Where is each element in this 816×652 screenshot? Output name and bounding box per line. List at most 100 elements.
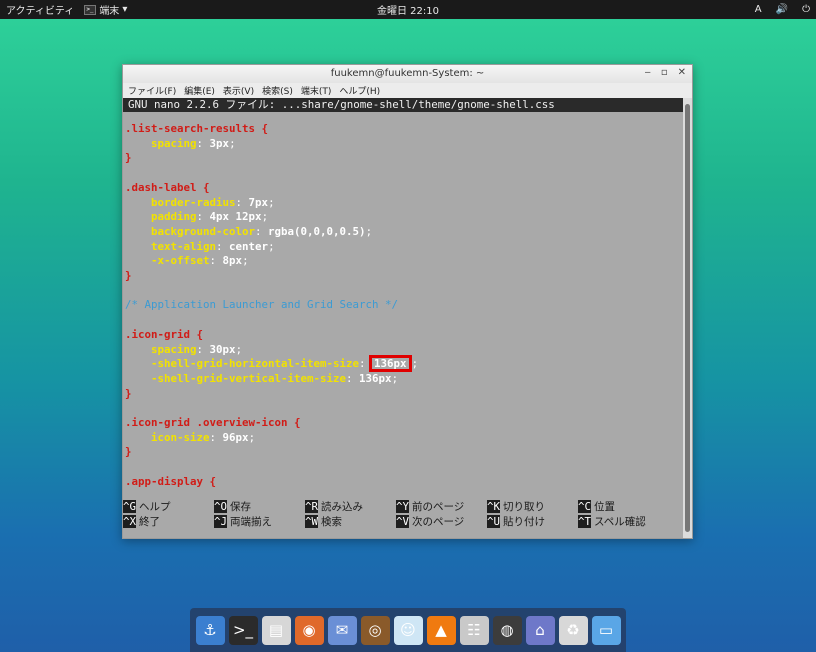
code-line: border-radius: 7px; [125, 195, 275, 210]
anchor-icon[interactable]: ⚓ [195, 615, 225, 645]
power-icon[interactable]: ⏻ [802, 4, 810, 15]
files-icon[interactable]: ▤ [261, 615, 291, 645]
code-token: ; [365, 224, 373, 238]
shortcut-label: 貼り付け [503, 516, 546, 528]
code-token: ; [248, 430, 256, 444]
shortcut-item: ^R 読み込み [305, 500, 363, 514]
code-token: } [125, 151, 132, 165]
code-token: -x-offset [151, 254, 210, 268]
code-token: .icon-grid .overview-icon { [125, 416, 301, 429]
code-token: } [125, 269, 132, 282]
menu-item[interactable]: ファイル(F) [128, 84, 176, 97]
menu-item[interactable]: 検索(S) [262, 84, 293, 97]
firefox-icon[interactable]: ◉ [294, 615, 324, 645]
shortcut-label: 検索 [321, 516, 343, 528]
window-titlebar[interactable]: fuukemn@fuukemn-System: ~ ‒ ▫ ✕ [123, 65, 692, 83]
code-token: : [346, 371, 360, 385]
shortcut-item: ^Y 前のページ [396, 500, 464, 514]
shortcut-label: 保存 [230, 501, 252, 513]
code-token: border-radius [151, 195, 236, 209]
code-token: : [196, 136, 210, 150]
code-token: } [125, 445, 132, 459]
code-line: -x-offset: 8px; [125, 253, 249, 268]
close-button[interactable]: ✕ [678, 67, 686, 78]
code-token: spacing [151, 136, 197, 150]
keyboard-layout-indicator[interactable]: A [755, 4, 762, 15]
nano-header: GNU nano 2.2.6 ファイル: ...share/gnome-shel… [123, 98, 685, 112]
vlc-icon[interactable]: ▲ [426, 615, 456, 645]
shortcut-key: ^T [578, 515, 592, 528]
app-menu-button[interactable]: >_ 端末 ▾ [84, 2, 127, 17]
code-token: 8px [222, 254, 243, 268]
code-token: : [196, 342, 210, 356]
code-line: spacing: 3px; [125, 136, 236, 151]
code-line: } [125, 268, 132, 283]
code-line: -shell-grid-horizontal-item-size: 136px; [125, 355, 418, 373]
shortcut-item: ^O 保存 [214, 500, 251, 514]
menu-item[interactable]: 端末(T) [301, 84, 332, 97]
code-token: : [235, 195, 249, 209]
speaker-icon[interactable]: ◎ [360, 615, 390, 645]
highlighted-value: 136px [369, 355, 412, 373]
shortcut-label: 終了 [139, 516, 161, 528]
code-token: ; [268, 195, 275, 209]
shortcut-key: ^U [487, 515, 501, 528]
code-line: .icon-grid { [125, 327, 203, 342]
code-token: 136px [359, 371, 392, 385]
shortcut-key: ^J [214, 515, 228, 528]
window-icon[interactable]: ▭ [591, 615, 621, 645]
menu-item[interactable]: 編集(E) [184, 84, 215, 97]
code-token: .list-search-results { [125, 122, 269, 135]
terminal-icon[interactable]: >_ [228, 615, 258, 645]
shortcut-label: 次のページ [412, 516, 465, 528]
shortcut-item: ^T スペル確認 [578, 515, 646, 529]
code-token: text-align [151, 239, 217, 253]
code-token: -shell-grid-vertical-item-size [151, 371, 347, 385]
terminal-content[interactable]: GNU nano 2.2.6 ファイル: ...share/gnome-shel… [123, 98, 685, 538]
code-token: 3px [209, 136, 230, 150]
code-line: } [125, 444, 132, 459]
code-token: : [209, 254, 223, 268]
code-token: 4px 12px [209, 210, 262, 224]
menu-item[interactable]: ヘルプ(H) [339, 84, 380, 97]
home-icon[interactable]: ⌂ [525, 615, 555, 645]
terminal-window: fuukemn@fuukemn-System: ~ ‒ ▫ ✕ ファイル(F) 編… [122, 64, 693, 539]
mixer-icon[interactable]: ☷ [459, 615, 489, 645]
volume-icon[interactable]: 🔊 [776, 4, 788, 15]
code-token: center [229, 239, 269, 253]
menu-item[interactable]: 表示(V) [223, 84, 254, 97]
chat-icon[interactable]: ☺ [393, 615, 423, 645]
trash-icon[interactable]: ♻ [558, 615, 588, 645]
code-token: ; [229, 136, 236, 150]
code-line: background-color: rgba(0,0,0,0.5); [125, 224, 372, 239]
scrollbar-thumb[interactable] [685, 104, 690, 532]
system-tray[interactable]: A 🔊 ⏻ [755, 0, 810, 19]
code-token: ; [268, 239, 275, 253]
scrollbar[interactable] [683, 98, 692, 538]
code-token: 30px [209, 342, 236, 356]
chevron-down-icon: ▾ [122, 4, 128, 15]
code-token: : [216, 239, 230, 253]
maximize-button[interactable]: ▫ [661, 67, 668, 78]
window-title: fuukemn@fuukemn-System: ~ [330, 68, 485, 79]
shortcut-key: ^Y [396, 500, 410, 513]
minimize-button[interactable]: ‒ [644, 67, 650, 78]
shortcut-key: ^G [123, 500, 137, 513]
code-token: rgba(0,0,0,0.5) [268, 224, 366, 238]
shortcut-key: ^W [305, 515, 319, 528]
shortcut-key: ^X [123, 515, 137, 528]
code-line: .icon-grid .overview-icon { [125, 415, 301, 430]
shortcut-label: ヘルプ [139, 501, 171, 513]
code-line: .app-display { [125, 474, 216, 489]
shortcut-label: 切り取り [503, 501, 546, 513]
code-token: .app-display { [125, 474, 217, 488]
stamp-icon[interactable]: ✉ [327, 615, 357, 645]
activities-button[interactable]: アクティビティ [6, 2, 74, 17]
disc-icon[interactable]: ◍ [492, 615, 522, 645]
